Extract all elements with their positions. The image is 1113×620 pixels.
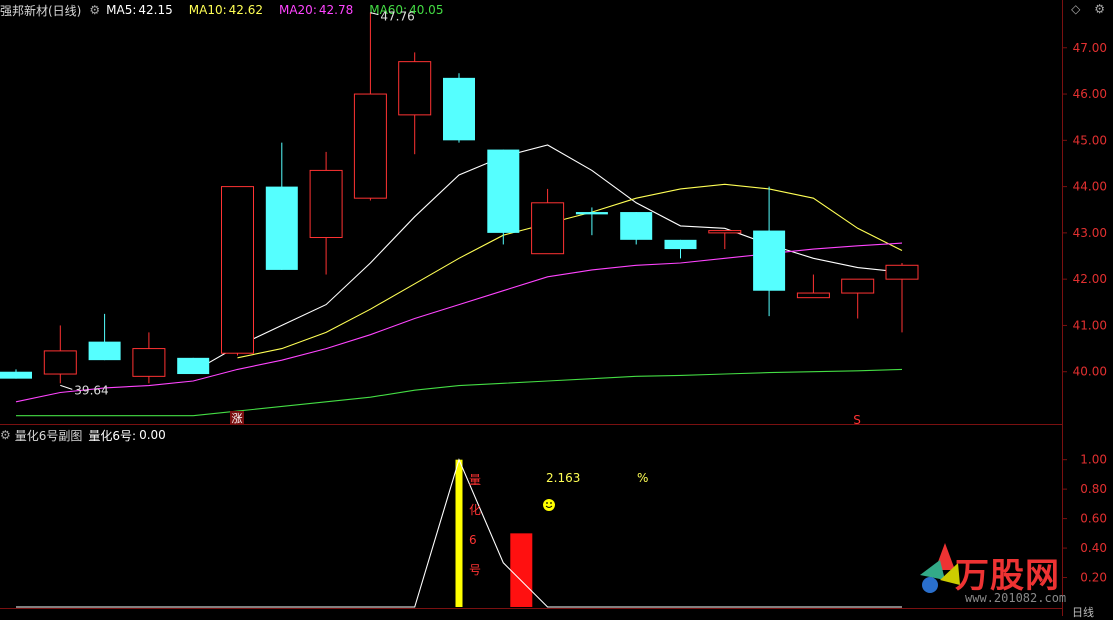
candle-body — [664, 239, 697, 250]
candle-body — [796, 292, 830, 299]
sub-vertical-text: 化 — [469, 503, 481, 517]
sub-bar — [510, 533, 533, 607]
smiley-icon — [543, 499, 555, 511]
main-ytick-label: 40.00 — [1073, 365, 1107, 379]
main-ytick-label: 44.00 — [1073, 180, 1107, 194]
sub-percent: % — [637, 471, 648, 485]
candle-body — [575, 212, 608, 215]
candle-body — [443, 77, 475, 141]
main-ytick-label: 45.00 — [1073, 133, 1107, 147]
candle-body — [265, 186, 298, 270]
sub-annotation-value: 2.163 — [546, 471, 580, 485]
chart-canvas: 40.00 41.00 42.00 43.00 44.00 45.00 46.00 47.00… — [0, 10, 1107, 608]
candle-body — [620, 212, 653, 240]
sub-ytick-label: 0.20 — [1080, 571, 1107, 585]
candle-body — [177, 357, 210, 375]
sub-bar — [455, 459, 463, 607]
zhang-marker: 涨 — [232, 412, 243, 425]
high-label: 47.76 — [380, 10, 414, 24]
candle-body — [353, 93, 387, 199]
sub-vertical-text: 6 — [469, 533, 477, 547]
candle-body — [309, 169, 343, 239]
main-ytick-label: 47.00 — [1073, 41, 1107, 55]
candle-body — [531, 202, 565, 255]
main-ytick-label: 42.00 — [1073, 272, 1107, 286]
smiley-eye — [546, 502, 548, 504]
candle-body — [88, 341, 121, 361]
main-ytick-label: 41.00 — [1073, 318, 1107, 332]
candle-body — [221, 186, 254, 354]
brand-url: www.201082.com — [965, 591, 1067, 605]
candle-body — [841, 278, 875, 294]
smiley-eye — [550, 502, 552, 504]
sub-ytick-label: 1.00 — [1080, 453, 1107, 467]
sub-ytick-label: 0.80 — [1080, 482, 1107, 496]
candle-body — [0, 371, 32, 379]
sub-vertical-text: 号 — [469, 563, 481, 577]
sub-ytick-label: 0.60 — [1080, 512, 1107, 526]
main-ytick-label: 46.00 — [1073, 87, 1107, 101]
candle-body — [487, 149, 520, 233]
candle-body — [708, 230, 742, 234]
ma-line-ma5 — [192, 144, 903, 373]
candle-body — [132, 348, 166, 377]
sub-ytick-label: 0.40 — [1080, 541, 1107, 555]
period-label[interactable]: 日线 — [1072, 604, 1094, 620]
candle-body — [398, 61, 432, 116]
main-chart: 40.00 41.00 42.00 43.00 44.00 45.00 46.00 47.00… — [0, 10, 1107, 427]
low-pointer — [60, 384, 73, 390]
high-pointer — [370, 12, 379, 16]
brand-text: 万股网 — [955, 556, 1060, 596]
candle-body — [753, 230, 786, 291]
s-marker: S — [853, 413, 861, 427]
low-label: 39.64 — [74, 383, 108, 397]
sub-vertical-text: 量 — [469, 473, 481, 487]
main-ytick-label: 43.00 — [1073, 226, 1107, 240]
candle-body — [885, 264, 919, 280]
candle-body — [43, 350, 77, 375]
